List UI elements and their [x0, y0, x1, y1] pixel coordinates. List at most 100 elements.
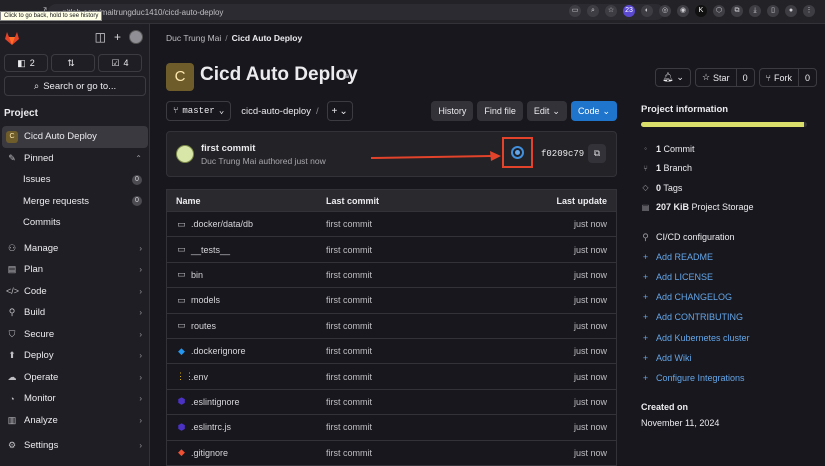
sidebar-item-deploy[interactable]: ⬆ Deploy › — [0, 345, 150, 367]
sidebar-item-code[interactable]: </> Code › — [0, 281, 150, 303]
repo-path-link[interactable]: cicd-auto-deploy — [241, 106, 311, 117]
project-stat[interactable]: ◦ 1 Commit — [641, 139, 825, 159]
star-button[interactable]: ☆ Star 0 — [694, 68, 755, 87]
user-avatar[interactable] — [129, 30, 143, 44]
project-stat[interactable]: ⑂ 1 Branch — [641, 159, 825, 179]
add-link[interactable]: + Add Wiki — [641, 348, 825, 368]
breadcrumb-project[interactable]: Cicd Auto Deploy — [232, 33, 303, 43]
file-name-cell[interactable]: ▭ .docker/data/db — [167, 219, 317, 230]
last-commit-cell[interactable]: first commit — [317, 270, 517, 280]
new-item-icon[interactable]: + — [114, 30, 121, 44]
add-link[interactable]: + Configure Integrations — [641, 368, 825, 388]
sidebar-item-plan[interactable]: ▤ Plan › — [0, 259, 150, 281]
project-stat[interactable]: ▤ 207 KiB Project Storage — [641, 198, 825, 218]
search-button[interactable]: ⌕ Search or go to... — [4, 76, 146, 96]
cicd-configuration-link[interactable]: ⚲ CI/CD configuration — [641, 227, 825, 247]
branch-selector[interactable]: ⑂ master ⌄ — [166, 101, 232, 121]
file-name-cell[interactable]: ▭ routes — [167, 320, 317, 331]
last-commit-cell[interactable]: first commit — [317, 321, 517, 331]
table-row[interactable]: ▭ __tests__ first commit just now — [166, 237, 617, 263]
last-commit-cell[interactable]: first commit — [317, 245, 517, 255]
extension-icon[interactable]: ◎ — [659, 5, 671, 17]
breadcrumb-owner[interactable]: Duc Trung Mai — [166, 33, 221, 43]
extension-icon[interactable]: ◉ — [677, 5, 689, 17]
collapse-sidebar-icon[interactable]: ◫ — [95, 30, 106, 44]
table-row[interactable]: ◆ .dockerignore first commit just now — [166, 338, 617, 365]
file-name-cell[interactable]: ⋮⋮ .env — [167, 371, 317, 382]
history-button[interactable]: History — [431, 101, 474, 121]
sidebar-item-monitor[interactable]: ◔ Monitor › — [0, 388, 150, 410]
bookmark-star-icon[interactable]: ☆ — [605, 5, 617, 17]
last-commit-cell[interactable]: first commit — [317, 448, 517, 458]
file-name-cell[interactable]: ▭ __tests__ — [167, 244, 317, 255]
sidebar-item-merge-requests[interactable]: Merge requests 0 — [0, 191, 150, 213]
file-name-cell[interactable]: ⬢ .eslintrc.js — [167, 422, 317, 433]
add-to-tree-dropdown[interactable]: + ⌄ — [326, 101, 353, 121]
notification-dropdown[interactable]: 🔔︎ ⌄ — [654, 68, 691, 87]
todos-counter-button[interactable]: ☑ 4 — [98, 54, 142, 72]
sidebar-item-pinned[interactable]: ✎ Pinned ⌃ — [0, 148, 150, 170]
add-link[interactable]: + Add CHANGELOG — [641, 287, 825, 307]
fork-count[interactable]: 0 — [797, 69, 816, 86]
project-stat[interactable]: ◇ 0 Tags — [641, 178, 825, 198]
star-count[interactable]: 0 — [735, 69, 754, 86]
file-name-cell[interactable]: ▭ bin — [167, 269, 317, 280]
sidebar-item-settings[interactable]: ⚙ Settings › — [0, 435, 150, 457]
copy-sha-button[interactable]: ⧉ — [588, 144, 606, 163]
add-link[interactable]: + Add README — [641, 247, 825, 267]
file-name-cell[interactable]: ▭ models — [167, 295, 317, 306]
download-icon[interactable]: ⤓ — [749, 5, 761, 17]
add-link[interactable]: + Add Kubernetes cluster — [641, 327, 825, 347]
edit-dropdown[interactable]: Edit ⌄ — [526, 101, 567, 121]
table-row[interactable]: ▭ routes first commit just now — [166, 313, 617, 339]
file-name-cell[interactable]: ◆ .dockerignore — [167, 346, 317, 357]
last-commit-cell[interactable]: first commit — [317, 422, 517, 432]
commit-title[interactable]: first commit — [201, 143, 255, 154]
last-commit-cell[interactable]: first commit — [317, 295, 517, 305]
column-header-name: Name — [176, 195, 201, 206]
puzzle-icon[interactable]: ⧉ — [731, 5, 743, 17]
file-name-cell[interactable]: ◆ .gitignore — [167, 447, 317, 458]
edit-label: Edit — [533, 106, 550, 116]
sidebar-item-secure[interactable]: ⛉ Secure › — [0, 324, 150, 346]
sidebar-item-project[interactable]: C Cicd Auto Deploy — [2, 126, 148, 148]
profile-avatar-icon[interactable]: ● — [785, 5, 797, 17]
table-row[interactable]: ▭ .docker/data/db first commit just now — [166, 212, 617, 238]
sidebar-toggle-icon[interactable]: ▯ — [767, 5, 779, 17]
table-row[interactable]: ⬢ .eslintrc.js first commit just now — [166, 415, 617, 441]
commit-sha[interactable]: f0209c79 — [541, 149, 584, 159]
fork-button[interactable]: ⑂ Fork 0 — [758, 68, 817, 87]
sidebar-item-build[interactable]: ⚲ Build › — [0, 302, 150, 324]
issues-counter-button[interactable]: ◧ 2 — [4, 54, 48, 72]
menu-kebab-icon[interactable]: ⋮ — [803, 5, 815, 17]
table-row[interactable]: ⬢ .eslintignore first commit just now — [166, 389, 617, 416]
extension-icon[interactable]: ⬡ — [713, 5, 725, 17]
gitlab-logo-icon[interactable] — [4, 30, 20, 46]
file-name-cell[interactable]: ⬢ .eslintignore — [167, 396, 317, 407]
extension-k-icon[interactable]: K — [695, 5, 707, 17]
sidebar-item-operate[interactable]: ☁ Operate › — [0, 367, 150, 389]
author-avatar[interactable] — [176, 145, 194, 163]
extension-icon[interactable]: ◐ — [641, 5, 653, 17]
last-commit-cell[interactable]: first commit — [317, 346, 517, 356]
table-row[interactable]: ◆ .gitignore first commit just now — [166, 440, 617, 466]
code-dropdown[interactable]: Code ⌄ — [570, 101, 617, 121]
add-link[interactable]: + Add LICENSE — [641, 267, 825, 287]
add-link[interactable]: + Add CONTRIBUTING — [641, 307, 825, 327]
pipeline-status-icon[interactable] — [511, 146, 524, 159]
last-commit-cell[interactable]: first commit — [317, 372, 517, 382]
merge-requests-counter-button[interactable]: ⇅ — [51, 54, 95, 72]
sidebar-item-commits[interactable]: Commits — [0, 212, 150, 234]
sidebar-item-manage[interactable]: ⚇ Manage › — [0, 238, 150, 260]
screenshot-icon[interactable]: ▭ — [569, 5, 581, 17]
find-file-button[interactable]: Find file — [477, 101, 523, 121]
last-commit-cell[interactable]: first commit — [317, 397, 517, 407]
sidebar-item-issues[interactable]: Issues 0 — [0, 169, 150, 191]
last-commit-cell[interactable]: first commit — [317, 219, 517, 229]
table-row[interactable]: ⋮⋮ .env first commit just now — [166, 364, 617, 390]
zoom-icon[interactable]: ⌕ — [587, 5, 599, 17]
sidebar-item-analyze[interactable]: ▥ Analyze › — [0, 410, 150, 432]
extension-badge-icon[interactable]: 23 — [623, 5, 635, 17]
table-row[interactable]: ▭ bin first commit just now — [166, 262, 617, 289]
table-row[interactable]: ▭ models first commit just now — [166, 288, 617, 314]
